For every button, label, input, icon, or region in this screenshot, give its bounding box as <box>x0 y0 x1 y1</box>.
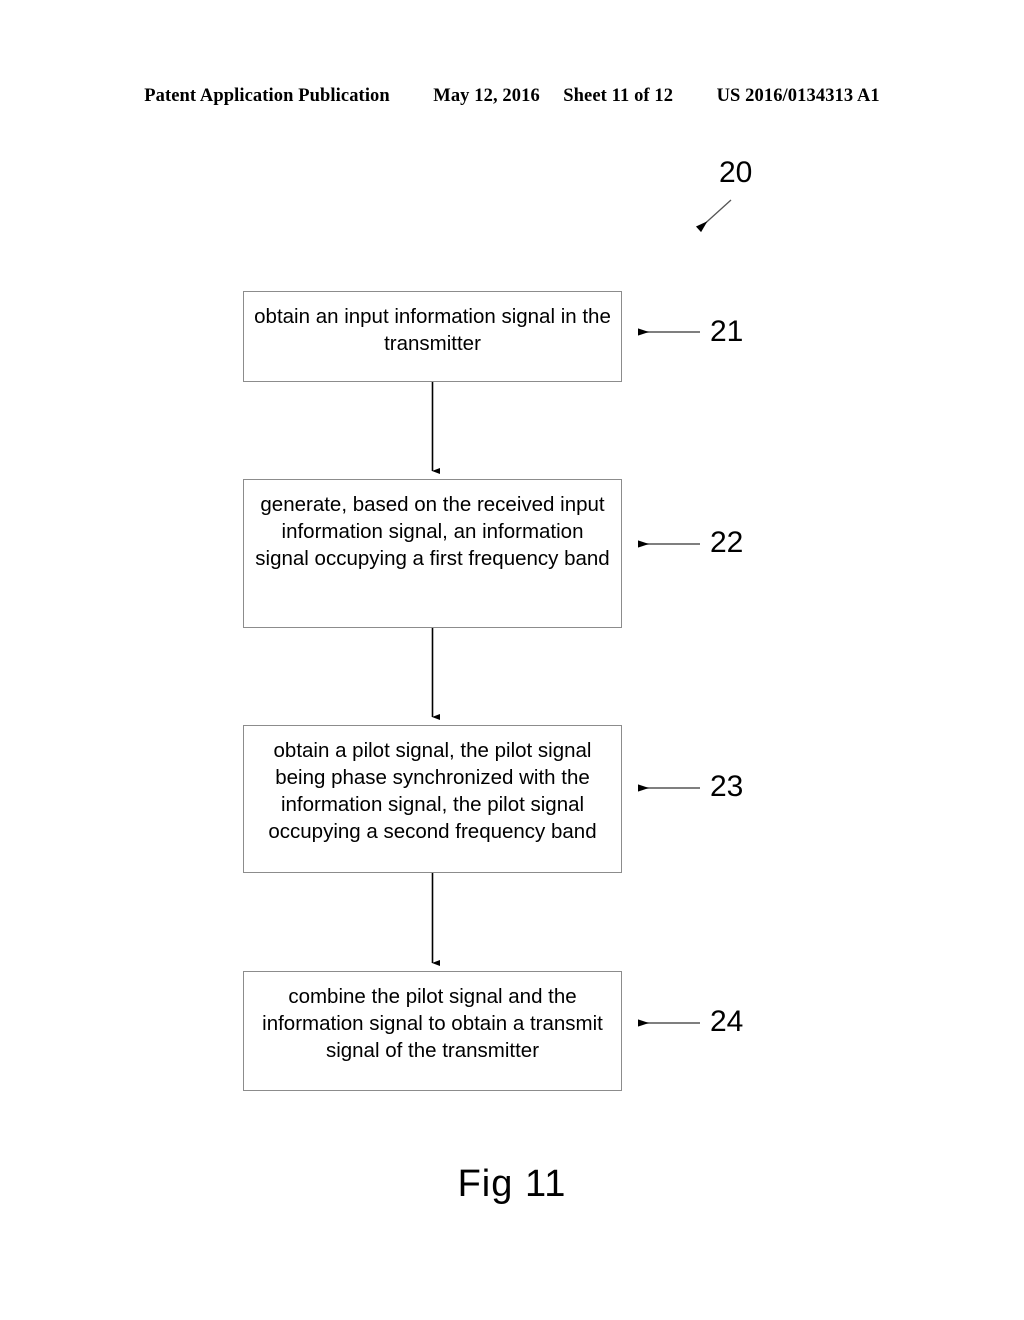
reference-numeral-23: 23 <box>710 770 744 803</box>
process-box-step-24-text: combine the pilot signal and the informa… <box>262 985 603 1062</box>
process-box-step-22-text: generate, based on the received input in… <box>255 493 610 570</box>
figure-caption: Fig 11 <box>457 1163 567 1205</box>
process-box-step-21-text: obtain an input information signal in th… <box>254 305 611 355</box>
reference-numeral-24: 24 <box>710 1005 744 1038</box>
reference-numeral-20: 20 <box>719 156 753 189</box>
leader-line-20 <box>695 199 732 233</box>
flowchart-connectors <box>431 199 732 1027</box>
reference-numeral-21: 21 <box>710 315 744 348</box>
process-box-step-24[interactable]: combine the pilot signal and the informa… <box>243 971 622 1091</box>
process-box-step-21[interactable]: obtain an input information signal in th… <box>243 291 622 382</box>
reference-numeral-22: 22 <box>710 526 744 559</box>
flowchart-figure: obtain an input information signal in th… <box>0 0 1024 1320</box>
process-box-step-23[interactable]: obtain a pilot signal, the pilot signal … <box>243 725 622 873</box>
process-box-step-23-text: obtain a pilot signal, the pilot signal … <box>268 739 597 843</box>
process-box-step-22[interactable]: generate, based on the received input in… <box>243 479 622 628</box>
